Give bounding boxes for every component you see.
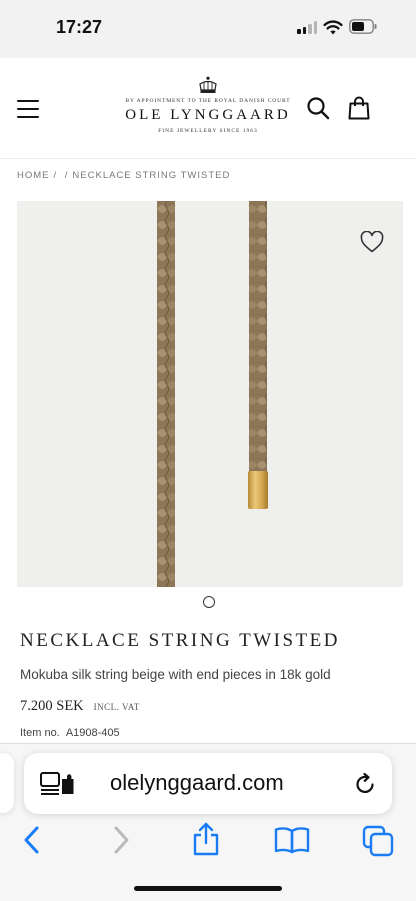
vat-label: INCL. VAT: [93, 702, 140, 712]
forward-arrow-icon[interactable]: [111, 826, 131, 854]
breadcrumb-separator: /: [64, 170, 69, 181]
battery-icon: [349, 19, 377, 34]
back-arrow-icon[interactable]: [22, 826, 42, 854]
status-time: 17:27: [56, 17, 103, 37]
page-menu-icon[interactable]: [40, 772, 74, 796]
hamburger-menu-icon[interactable]: [17, 100, 39, 118]
crown-icon: [199, 76, 217, 93]
brand-logo[interactable]: BY APPOINTMENT TO THE ROYAL DANISH COURT…: [108, 76, 308, 148]
royal-warrant-text: BY APPOINTMENT TO THE ROYAL DANISH COURT: [125, 98, 291, 104]
wifi-icon: [323, 20, 343, 35]
home-indicator: [134, 886, 282, 891]
gold-end-piece: [248, 471, 268, 509]
previous-tab-peek[interactable]: [0, 753, 14, 813]
breadcrumb-separator: /: [53, 170, 58, 181]
necklace-string-photo: [157, 201, 268, 587]
left-string-strand: [157, 201, 175, 587]
site-header: BY APPOINTMENT TO THE ROYAL DANISH COURT…: [0, 58, 416, 158]
right-string-strand: [249, 201, 267, 473]
product-title: NECKLACE STRING TWISTED: [20, 630, 340, 651]
cellular-signal-icon: [297, 21, 317, 34]
item-number-label: Item no.: [20, 727, 60, 739]
header-divider: [0, 158, 416, 159]
product-image[interactable]: [17, 201, 403, 587]
tabs-icon[interactable]: [362, 825, 394, 857]
product-description: Mokuba silk string beige with end pieces…: [20, 667, 331, 682]
product-price: 7.200 SEK: [20, 698, 84, 714]
share-icon[interactable]: [192, 822, 220, 856]
browser-toolbar: olelynggaard.com: [0, 743, 416, 901]
bookmarks-icon[interactable]: [274, 826, 310, 854]
search-icon[interactable]: [306, 96, 330, 120]
reload-icon[interactable]: [354, 773, 376, 795]
status-bar: 17:27: [0, 0, 416, 58]
carousel-dot[interactable]: [203, 596, 215, 608]
price-row: 7.200 SEK INCL. VAT: [20, 697, 140, 715]
item-number: Item no. A1908-405: [20, 727, 120, 739]
shopping-bag-icon[interactable]: [348, 96, 370, 120]
brand-tagline: FINE JEWELLERY SINCE 1963: [158, 128, 258, 134]
brand-name: OLE LYNGGAARD: [125, 107, 291, 123]
item-number-value: A1908-405: [65, 727, 120, 739]
url-text[interactable]: olelynggaard.com: [110, 770, 284, 796]
breadcrumb: HOME / / NECKLACE STRING TWISTED: [17, 170, 234, 181]
address-bar[interactable]: olelynggaard.com: [24, 753, 392, 814]
heart-wishlist-icon[interactable]: [360, 231, 384, 253]
breadcrumb-current: NECKLACE STRING TWISTED: [72, 170, 231, 181]
breadcrumb-home[interactable]: HOME: [17, 170, 50, 181]
